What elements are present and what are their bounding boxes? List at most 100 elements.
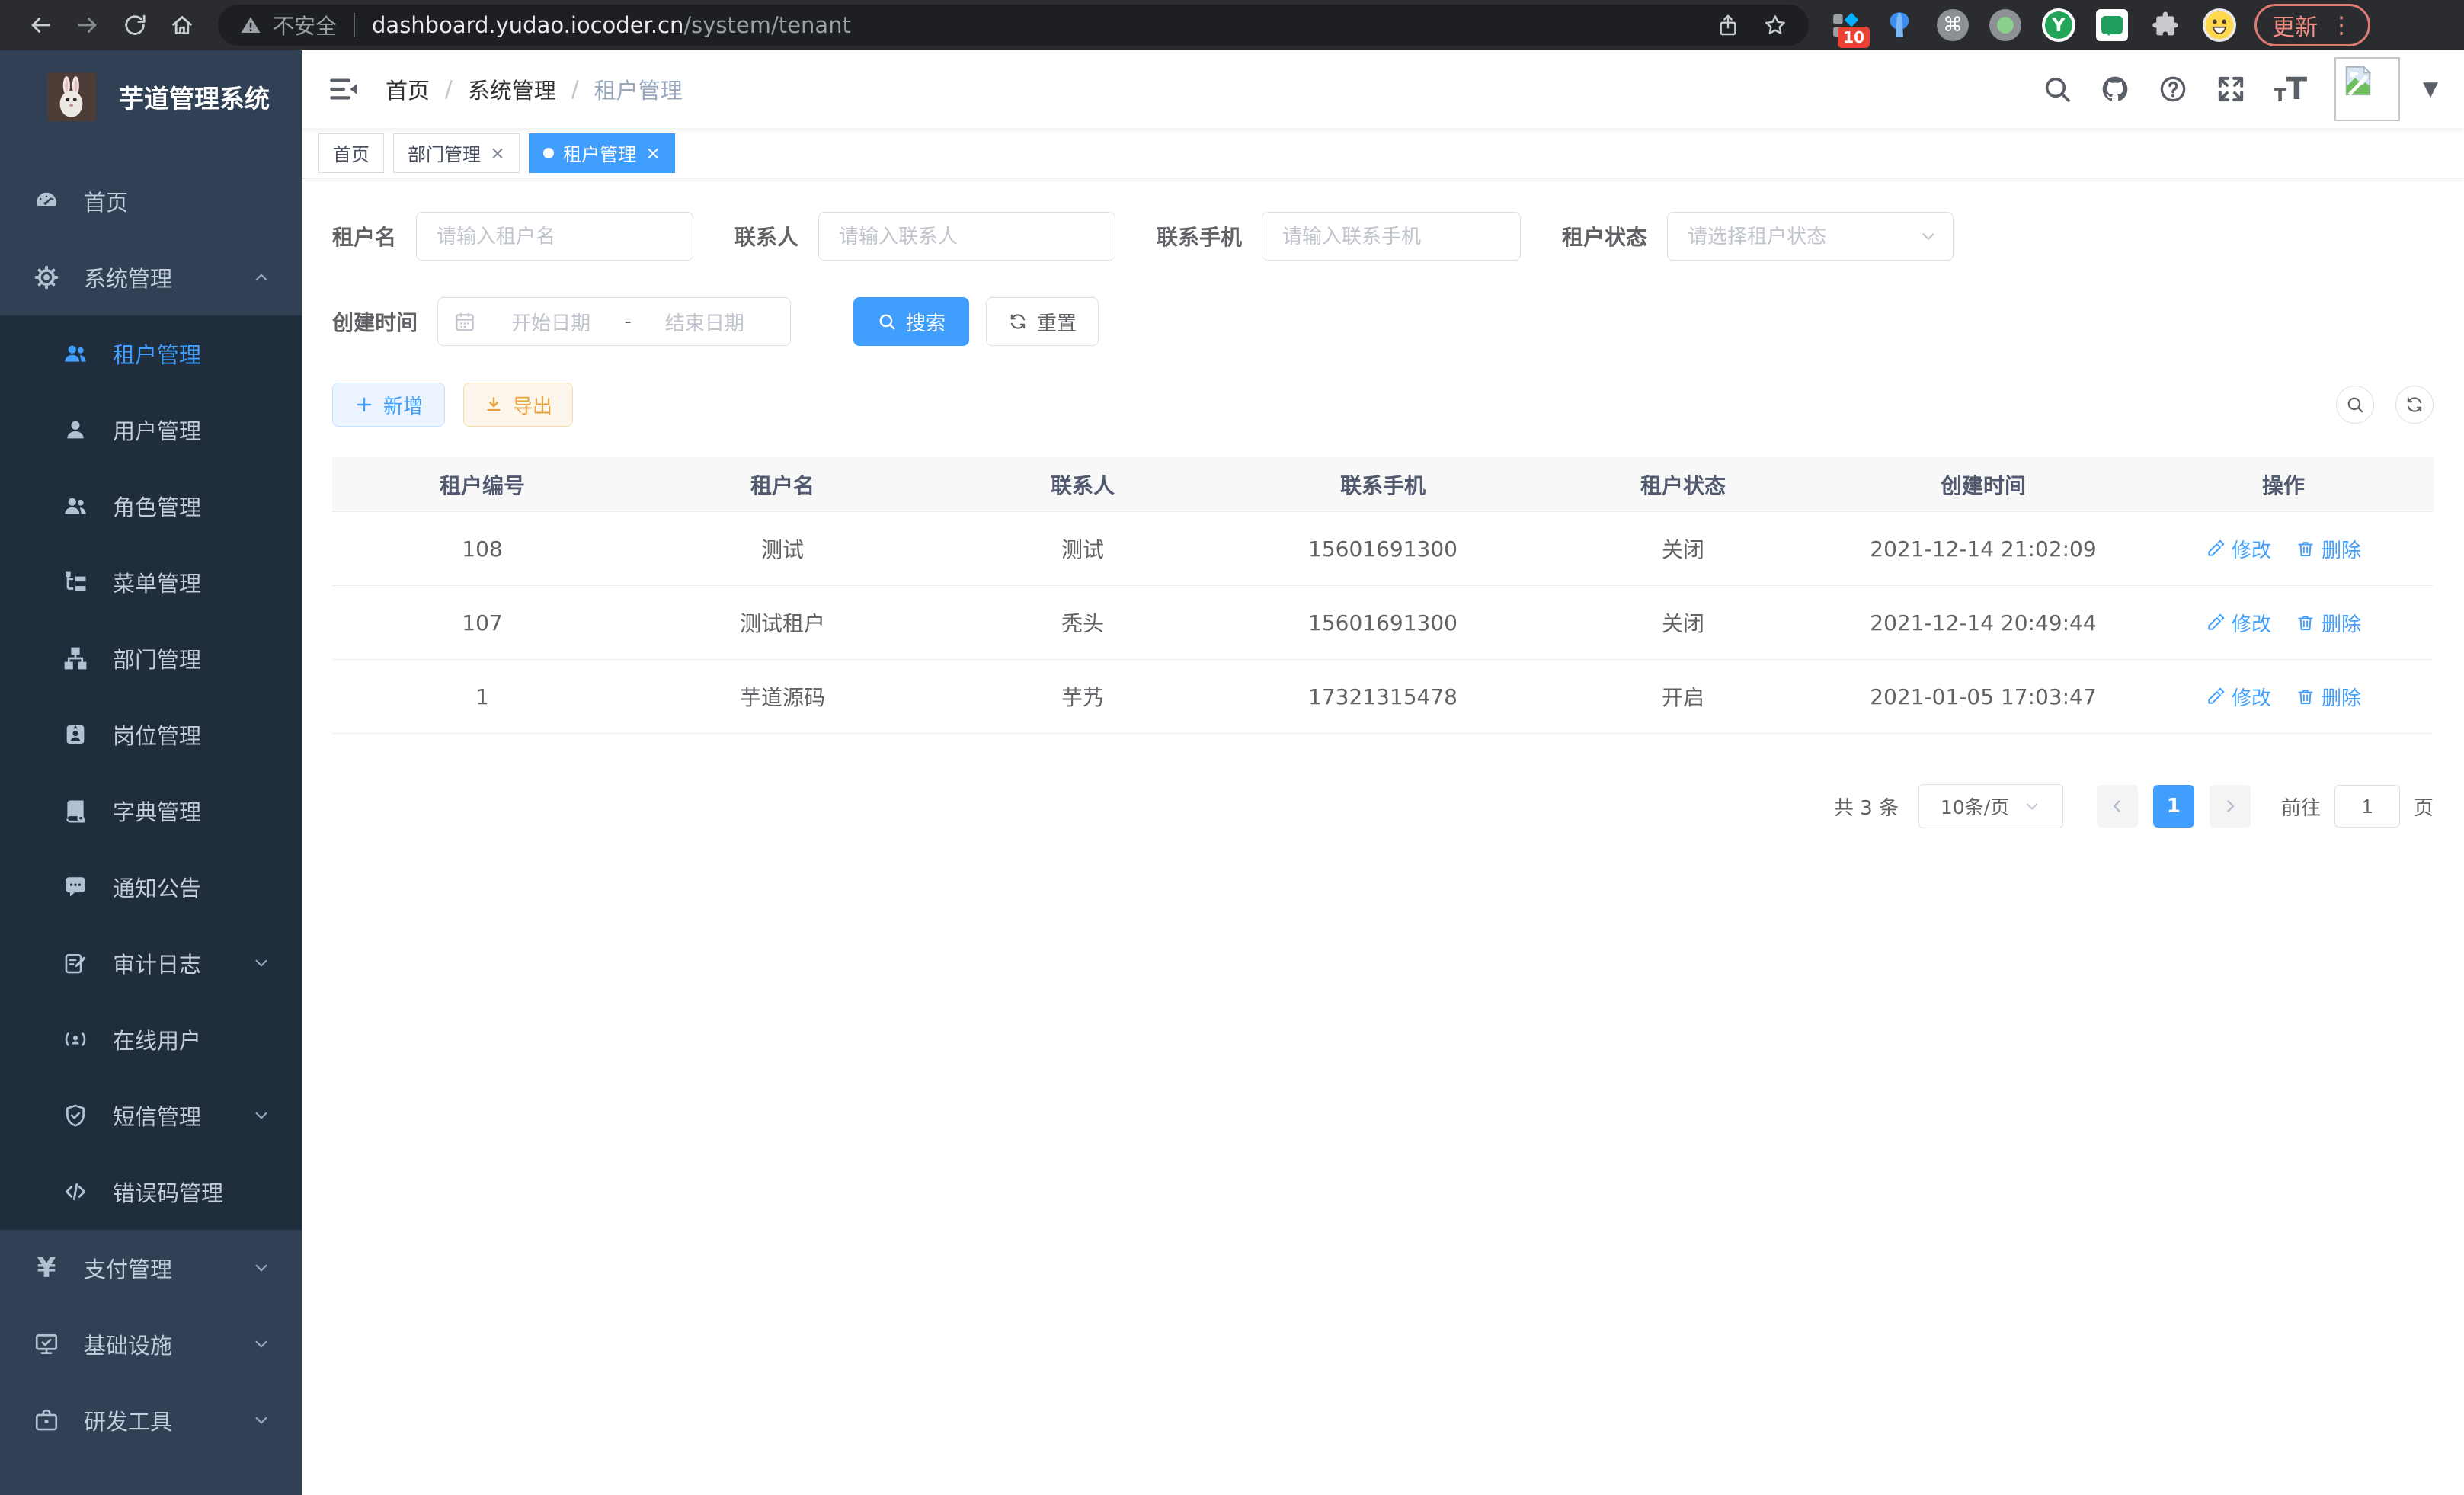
sidebar-item-user[interactable]: 用户管理 (0, 392, 302, 468)
recorder-extension-icon[interactable] (1989, 9, 2021, 41)
date-range-separator: - (621, 310, 634, 333)
users-icon (59, 341, 91, 367)
edit-link[interactable]: 修改 (2206, 609, 2271, 637)
browser-update-button[interactable]: 更新 ⋮ (2254, 4, 2370, 46)
export-button[interactable]: 导出 (463, 383, 573, 427)
avatar-caret-icon[interactable]: ▼ (2423, 78, 2438, 101)
sidebar-item-post[interactable]: 岗位管理 (0, 696, 302, 773)
status-select-input[interactable] (1667, 212, 1954, 261)
tab-tenant-active[interactable]: 租户管理 × (529, 133, 675, 173)
toggle-search-button[interactable] (2336, 386, 2374, 424)
current-page-button[interactable]: 1 (2153, 785, 2194, 828)
user-avatar[interactable] (2334, 57, 2400, 121)
close-icon[interactable]: × (645, 142, 661, 164)
edit-link[interactable]: 修改 (2206, 535, 2271, 563)
delete-link[interactable]: 删除 (2296, 535, 2361, 563)
sidebar-logo[interactable]: 芋道管理系统 (0, 50, 302, 143)
share-button[interactable] (1716, 13, 1740, 37)
address-bar[interactable]: 不安全 dashboard.yudao.iocoder.cn/system/te… (218, 5, 1809, 46)
browser-reload-button[interactable] (115, 5, 155, 45)
org-tree-icon (59, 645, 91, 671)
sidebar-item-system[interactable]: 系统管理 (0, 239, 302, 315)
sidebar-item-dept[interactable]: 部门管理 (0, 620, 302, 696)
chevron-down-icon (251, 1410, 271, 1430)
sidebar-item-home[interactable]: 首页 (0, 163, 302, 239)
search-button[interactable]: 搜索 (853, 297, 969, 346)
github-link-button[interactable] (2100, 74, 2130, 104)
y-extension-icon[interactable]: Y (2042, 8, 2075, 42)
browser-home-button[interactable] (162, 5, 202, 45)
sidebar-item-label: 在线用户 (113, 1023, 271, 1055)
yen-icon: ¥ (30, 1253, 62, 1284)
browser-menu-dots-icon[interactable]: ⋮ (2330, 12, 2353, 39)
prev-page-button[interactable] (2097, 785, 2138, 828)
extensions-puzzle-icon[interactable] (2149, 8, 2182, 42)
reload-icon (122, 12, 148, 38)
sidebar-item-devtools[interactable]: 研发工具 (0, 1382, 302, 1458)
status-label: 租户状态 (1562, 221, 1647, 251)
page-url[interactable]: dashboard.yudao.iocoder.cn/system/tenant (372, 12, 851, 38)
sidebar-item-menu[interactable]: 菜单管理 (0, 544, 302, 620)
tab-label: 首页 (333, 139, 370, 166)
browser-back-button[interactable] (21, 5, 60, 45)
header-search-button[interactable] (2042, 74, 2072, 104)
profile-avatar-icon[interactable] (2203, 8, 2236, 42)
help-button[interactable] (2158, 74, 2188, 104)
sidebar-item-label: 通知公告 (113, 871, 271, 903)
add-button[interactable]: 新增 (332, 383, 445, 427)
cell-tenant-id: 108 (332, 536, 632, 562)
start-date-placeholder[interactable]: 开始日期 (481, 308, 621, 336)
security-label[interactable]: 不安全 (273, 10, 337, 40)
delete-link[interactable]: 删除 (2296, 683, 2361, 711)
chevron-down-icon (251, 953, 271, 973)
calendar-icon (453, 310, 476, 333)
create-time-label: 创建时间 (332, 306, 418, 337)
breadcrumb-system[interactable]: 系统管理 (468, 73, 556, 105)
sidebar-item-notice[interactable]: 通知公告 (0, 849, 302, 925)
cell-created: 2021-12-14 21:02:09 (1833, 536, 2133, 562)
tab-home[interactable]: 首页 (318, 133, 384, 173)
page-size-select[interactable]: 10条/页 (1918, 784, 2063, 828)
next-page-button[interactable] (2210, 785, 2251, 828)
table-header: 租户编号 租户名 联系人 联系手机 租户状态 创建时间 操作 (332, 457, 2434, 512)
sidebar-item-role[interactable]: 角色管理 (0, 468, 302, 544)
sidebar-item-audit-log[interactable]: 审计日志 (0, 925, 302, 1001)
reset-button[interactable]: 重置 (986, 297, 1099, 346)
edit-link[interactable]: 修改 (2206, 683, 2271, 711)
bookmark-button[interactable] (1763, 13, 1787, 37)
sidebar-item-dict[interactable]: 字典管理 (0, 773, 302, 849)
contact-input[interactable] (818, 212, 1115, 261)
breadcrumb-home[interactable]: 首页 (386, 73, 430, 105)
refresh-table-button[interactable] (2395, 386, 2434, 424)
mobile-input[interactable] (1262, 212, 1521, 261)
search-icon (877, 312, 897, 331)
browser-forward-button[interactable] (68, 5, 107, 45)
end-date-placeholder[interactable]: 结束日期 (635, 308, 775, 336)
status-select[interactable] (1667, 212, 1954, 261)
sidebar-item-sms[interactable]: 短信管理 (0, 1077, 302, 1154)
font-size-button[interactable]: TT (2274, 74, 2307, 104)
address-bar-divider (354, 13, 355, 37)
cell-tenant-name: 芋道源码 (632, 681, 933, 712)
security-warning-icon[interactable] (239, 14, 262, 37)
roles-icon (59, 493, 91, 519)
balloon-extension-icon[interactable] (1883, 8, 1916, 42)
sidebar-collapse-button[interactable] (328, 73, 360, 105)
delete-link[interactable]: 删除 (2296, 609, 2361, 637)
date-range-picker[interactable]: 开始日期 - 结束日期 (437, 297, 791, 346)
close-icon[interactable]: × (490, 142, 505, 164)
chat-extension-icon[interactable] (2096, 9, 2128, 41)
goto-page-input[interactable] (2334, 785, 2400, 828)
browser-toolbar: 不安全 dashboard.yudao.iocoder.cn/system/te… (0, 0, 2464, 50)
sidebar-item-payment[interactable]: ¥ 支付管理 (0, 1230, 302, 1306)
tab-manager-extension-icon[interactable]: 10 (1829, 8, 1862, 42)
tenant-name-input[interactable] (416, 212, 693, 261)
sidebar-item-tenant[interactable]: 租户管理 (0, 315, 302, 392)
tab-dept[interactable]: 部门管理 × (393, 133, 520, 173)
sidebar-item-online-users[interactable]: 在线用户 (0, 1001, 302, 1077)
sidebar-item-error-code[interactable]: 错误码管理 (0, 1154, 302, 1230)
cell-contact: 测试 (933, 533, 1233, 564)
fullscreen-button[interactable] (2216, 74, 2246, 104)
sidebar-item-infra[interactable]: 基础设施 (0, 1306, 302, 1382)
command-extension-icon[interactable]: ⌘ (1937, 9, 1969, 41)
